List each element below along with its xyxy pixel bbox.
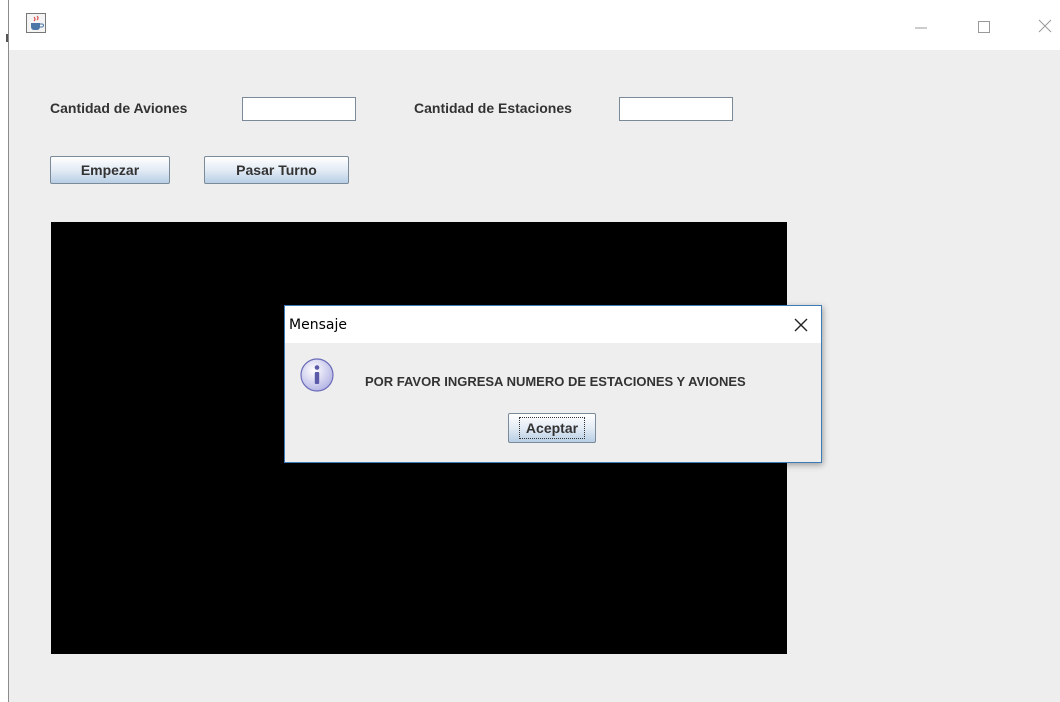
message-dialog: Mensaje POR FAVOR INGRESA NUMERO DE ESTA… — [284, 305, 822, 463]
java-cup-icon — [26, 13, 46, 33]
maximize-icon[interactable] — [969, 12, 997, 40]
information-icon — [299, 357, 335, 393]
accept-button[interactable]: Aceptar — [508, 413, 596, 443]
dialog-titlebar[interactable]: Mensaje — [285, 306, 821, 343]
dialog-title: Mensaje — [289, 317, 347, 333]
estaciones-label: Cantidad de Estaciones — [414, 100, 572, 116]
estaciones-input[interactable] — [619, 97, 733, 121]
aviones-label: Cantidad de Aviones — [50, 100, 188, 116]
accept-button-label: Aceptar — [518, 417, 586, 439]
close-icon[interactable] — [1031, 12, 1059, 40]
start-button[interactable]: Empezar — [50, 156, 170, 184]
window-titlebar[interactable] — [9, 0, 1060, 50]
window-edge-mark — [6, 34, 8, 42]
aviones-input[interactable] — [242, 97, 356, 121]
minimize-icon[interactable] — [907, 12, 935, 40]
dialog-close-icon[interactable] — [791, 315, 811, 335]
next-turn-button[interactable]: Pasar Turno — [204, 156, 349, 184]
dialog-message: POR FAVOR INGRESA NUMERO DE ESTACIONES Y… — [365, 374, 746, 389]
